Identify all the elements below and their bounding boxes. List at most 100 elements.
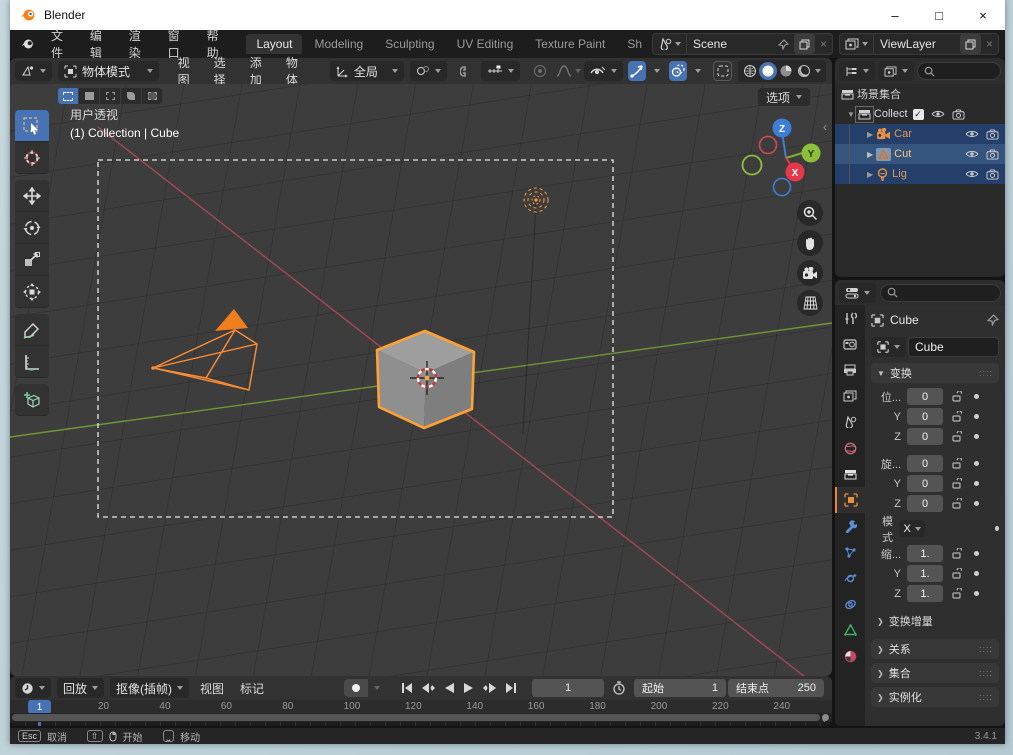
snap-to-selector[interactable] <box>480 61 520 81</box>
tool-move[interactable] <box>15 180 49 212</box>
menu-add[interactable]: 添加 <box>242 54 278 88</box>
timeline-collapse-arrow[interactable]: ‹ <box>822 714 826 726</box>
snap-toggle[interactable] <box>456 61 478 81</box>
animate-dot[interactable] <box>974 434 979 439</box>
rotation-z-field[interactable]: 0 <box>907 495 943 512</box>
workspace-tab-uv-editing[interactable]: UV Editing <box>447 34 524 54</box>
markers-menu[interactable]: 标记 <box>232 680 272 697</box>
menu-view[interactable]: 视图 <box>170 54 206 88</box>
gizmos-toggle[interactable] <box>627 61 647 81</box>
instancing-panel[interactable]: ❯ 实例化 :::: <box>871 687 999 707</box>
select-extend-button[interactable] <box>79 88 99 104</box>
tool-rotate[interactable] <box>15 212 49 244</box>
tab-render[interactable] <box>835 331 865 357</box>
rotation-mode-selector[interactable]: X <box>898 520 926 537</box>
lock-icon[interactable] <box>951 391 962 402</box>
lock-icon[interactable] <box>951 411 962 422</box>
tool-transform[interactable] <box>15 276 49 308</box>
location-y-field[interactable]: 0 <box>907 408 943 425</box>
outliner-filter-button[interactable] <box>878 61 914 81</box>
menu-edit[interactable]: 编辑 <box>80 27 119 61</box>
menu-select[interactable]: 选择 <box>206 54 242 88</box>
auto-keying-dropdown[interactable] <box>368 679 386 697</box>
proportional-falloff-selector[interactable] <box>553 61 575 81</box>
lock-icon[interactable] <box>951 548 962 559</box>
lock-icon[interactable] <box>951 431 962 442</box>
delta-transform-panel[interactable]: ❯ 变换增量 <box>871 611 999 631</box>
object-browse-button[interactable] <box>871 337 906 357</box>
tab-world[interactable] <box>835 435 865 461</box>
tab-object[interactable] <box>835 487 865 513</box>
transform-panel-header[interactable]: ▼ 变换 :::: <box>871 363 999 383</box>
play-button[interactable] <box>463 682 474 694</box>
scale-z-field[interactable]: 1. <box>907 585 943 602</box>
minimize-button[interactable]: – <box>873 0 917 30</box>
scene-browse-button[interactable] <box>653 34 687 54</box>
new-view-layer-icon[interactable] <box>960 34 982 54</box>
visibility-selector[interactable] <box>583 61 623 81</box>
tool-cursor[interactable] <box>15 142 49 174</box>
next-keyframe-button[interactable] <box>482 682 497 694</box>
tab-view-layer[interactable] <box>835 383 865 409</box>
tab-scene[interactable] <box>835 409 865 435</box>
animate-dot[interactable] <box>974 461 979 466</box>
end-frame-field[interactable]: 结束点 250 <box>728 679 824 697</box>
workspace-tab-sculpting[interactable]: Sculpting <box>375 34 444 54</box>
workspace-tab-layout[interactable]: Layout <box>246 34 303 54</box>
scene-name[interactable]: Scene <box>687 37 773 51</box>
jump-to-end-button[interactable] <box>505 682 518 694</box>
tab-physics[interactable] <box>835 565 865 591</box>
overlays-toggle[interactable] <box>668 61 687 81</box>
collection-checkbox[interactable]: ✓ <box>912 108 924 120</box>
options-button[interactable]: 选项 <box>758 88 811 106</box>
current-frame-field[interactable]: 1 <box>532 679 604 697</box>
outliner-scene-collection-row[interactable]: 场景集合 <box>835 84 1005 104</box>
select-subtract-button[interactable] <box>100 88 120 104</box>
use-preview-range-icon[interactable] <box>612 681 626 695</box>
scale-y-field[interactable]: 1. <box>907 565 943 582</box>
properties-editor-type[interactable] <box>839 282 876 303</box>
disable-render-icon[interactable] <box>986 128 999 140</box>
close-button[interactable]: × <box>961 0 1005 30</box>
outliner-object-row-light[interactable]: ▶ Lig <box>835 164 1005 184</box>
ortho-toggle-button[interactable] <box>797 290 823 316</box>
disable-render-icon[interactable] <box>986 168 999 180</box>
hide-eye-icon[interactable] <box>931 109 945 119</box>
tool-scale[interactable] <box>15 244 49 276</box>
playback-menu[interactable]: 回放 <box>57 678 105 698</box>
tab-constraints[interactable] <box>835 591 865 617</box>
tool-select-box[interactable] <box>15 110 49 142</box>
gizmos-dropdown[interactable] <box>648 61 666 81</box>
animate-dot[interactable] <box>974 481 979 486</box>
pin-icon[interactable] <box>773 34 794 54</box>
outliner-object-row-cube[interactable]: ▶ Cut <box>835 144 1005 164</box>
menu-object[interactable]: 物体 <box>278 54 314 88</box>
overlays-dropdown[interactable] <box>689 61 707 81</box>
start-frame-field[interactable]: 起始 1 <box>634 679 726 697</box>
tab-object-data[interactable] <box>835 617 865 643</box>
animate-dot[interactable] <box>974 571 979 576</box>
unlink-scene-icon[interactable]: × <box>815 34 832 54</box>
view-menu[interactable]: 视图 <box>192 680 232 697</box>
hide-eye-icon[interactable] <box>965 149 979 159</box>
playhead[interactable]: 1 <box>28 700 51 714</box>
outliner-object-row-camera[interactable]: ▶ Car <box>835 124 1005 144</box>
object-name-field[interactable]: Cube <box>908 337 999 357</box>
tab-particles[interactable] <box>835 539 865 565</box>
timeline-scrollbar[interactable] <box>12 714 820 721</box>
scale-x-field[interactable]: 1. <box>907 545 943 562</box>
transform-orientation-selector[interactable]: 全局 <box>329 61 404 81</box>
outliner-collection-row[interactable]: ▼ Collect ✓ <box>835 104 1005 124</box>
tab-tool[interactable] <box>835 305 865 331</box>
shading-material-button[interactable] <box>777 62 795 80</box>
rotation-x-field[interactable]: 0 <box>907 455 943 472</box>
zoom-button[interactable] <box>797 200 823 226</box>
animate-dot[interactable] <box>974 394 979 399</box>
animate-dot[interactable] <box>974 591 979 596</box>
outliner-display-mode[interactable] <box>839 61 875 81</box>
tab-collection[interactable] <box>835 461 865 487</box>
tool-annotate[interactable] <box>15 314 49 346</box>
lock-icon[interactable] <box>951 498 962 509</box>
relations-panel[interactable]: ❯ 关系 :::: <box>871 639 999 659</box>
workspace-tab-shading[interactable]: Sh <box>617 34 644 54</box>
